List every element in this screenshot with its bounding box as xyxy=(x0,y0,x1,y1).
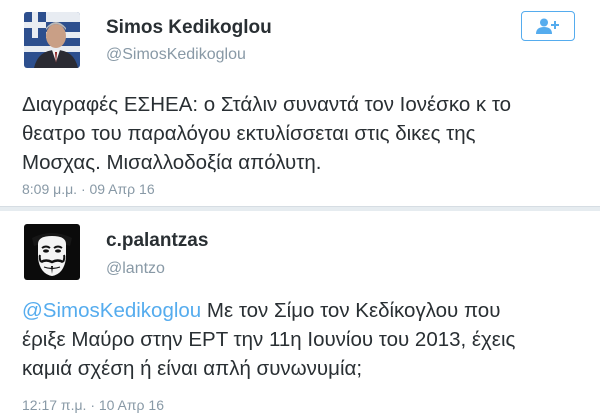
add-user-icon xyxy=(536,18,559,34)
tweet-timestamp[interactable]: 12:17 π.μ. · 10 Απρ 16 xyxy=(22,397,164,413)
avatar[interactable] xyxy=(24,12,80,68)
tweet-text: @SimosKedikoglou Με τον Σίμο τον Κεδίκογ… xyxy=(22,296,592,383)
tweet-text-line: @SimosKedikoglou Με τον Σίμο τον Κεδίκογ… xyxy=(22,296,592,325)
author-handle[interactable]: @SimosKedikoglou xyxy=(106,46,246,64)
tweet-text-line: Διαγραφές ΕΣΗΕΑ: ο Στάλιν συναντά τον Ιο… xyxy=(22,93,512,116)
tweet-text-line: καμιά σχέση ή είναι απλή συνωνυμία; xyxy=(22,357,363,380)
tweet-card: c.palantzas @lantzo @SimosKedikoglou Με … xyxy=(0,210,600,420)
follow-button[interactable] xyxy=(521,11,575,41)
tweet-card: Simos Kedikoglou @SimosKedikoglou Διαγρα… xyxy=(0,0,600,208)
tweet-text-line: Μοσχας. Μισαλλοδοξία απόλυτη. xyxy=(22,151,322,174)
avatar[interactable] xyxy=(24,224,80,280)
tweet-text-fragment: Με τον Σίμο τον Κεδίκογλου που xyxy=(201,299,501,322)
guy-fawkes-mask-icon xyxy=(24,224,80,280)
mention-link[interactable]: @SimosKedikoglou xyxy=(22,299,201,322)
author-name[interactable]: Simos Kedikoglou xyxy=(106,17,272,39)
tweet-text-line: θεατρο του παραλόγου εκτυλίσσεται στις δ… xyxy=(22,122,476,145)
author-handle[interactable]: @lantzo xyxy=(106,260,165,278)
tweet-text-line: έριξε Μαύρο στην ΕΡΤ την 11η Ιουνίου του… xyxy=(22,328,516,351)
tweet-timestamp[interactable]: 8:09 μ.μ. · 09 Απρ 16 xyxy=(22,181,155,197)
tweet-text: Διαγραφές ΕΣΗΕΑ: ο Στάλιν συναντά τον Ιο… xyxy=(22,90,592,177)
author-name[interactable]: c.palantzas xyxy=(106,230,208,252)
profile-photo-icon xyxy=(24,12,80,68)
